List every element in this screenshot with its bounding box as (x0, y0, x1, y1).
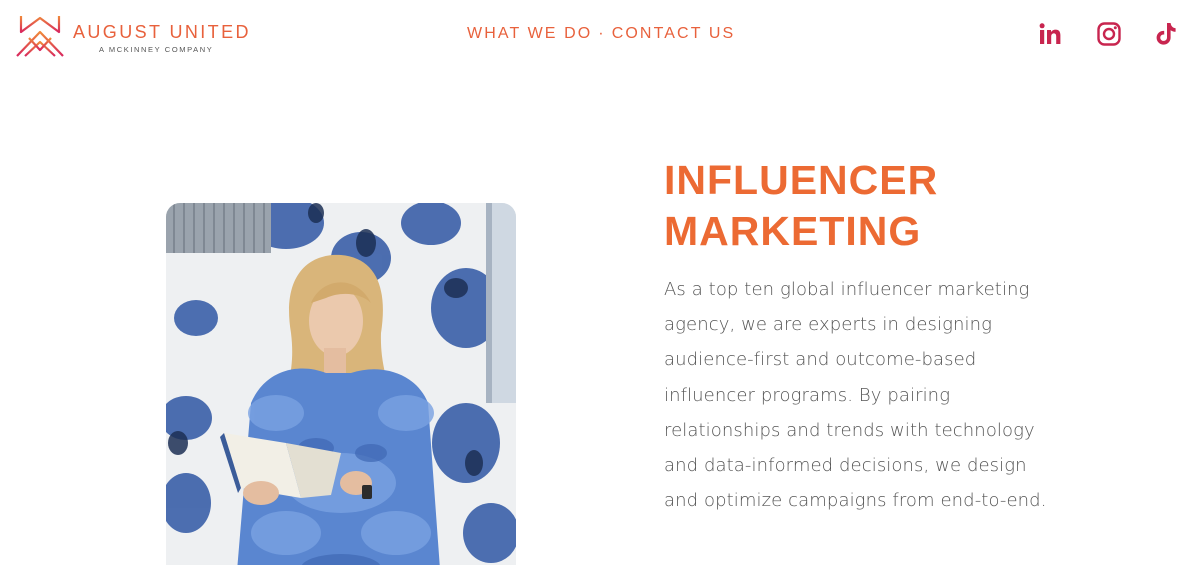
headline-line-1: INFLUENCER (664, 157, 939, 203)
linkedin-link[interactable] (1037, 21, 1063, 47)
nav-contact-us[interactable]: CONTACT US (612, 25, 736, 43)
main-nav: WHAT WE DO · CONTACT US (467, 25, 735, 43)
page-title: INFLUENCER MARKETING (664, 155, 1144, 257)
photo-illustration (166, 203, 516, 565)
nav-separator: · (598, 25, 606, 42)
brand-logo[interactable]: AUGUST UNITED A MCKINNEY COMPANY (15, 12, 251, 58)
influencer-photo (166, 203, 516, 565)
tiktok-icon (1156, 23, 1176, 45)
instagram-icon (1097, 22, 1121, 46)
brand-tagline: A MCKINNEY COMPANY (99, 45, 214, 54)
instagram-link[interactable] (1096, 21, 1122, 47)
brand-name: AUGUST UNITED (73, 22, 251, 42)
tiktok-link[interactable] (1153, 21, 1179, 47)
hero-description: As a top ten global influencer marketing… (664, 279, 1047, 512)
headline-line-2: MARKETING (664, 208, 922, 254)
nav-what-we-do[interactable]: WHAT WE DO (467, 25, 592, 43)
august-united-logo-icon (16, 16, 64, 57)
linkedin-icon (1039, 23, 1061, 44)
